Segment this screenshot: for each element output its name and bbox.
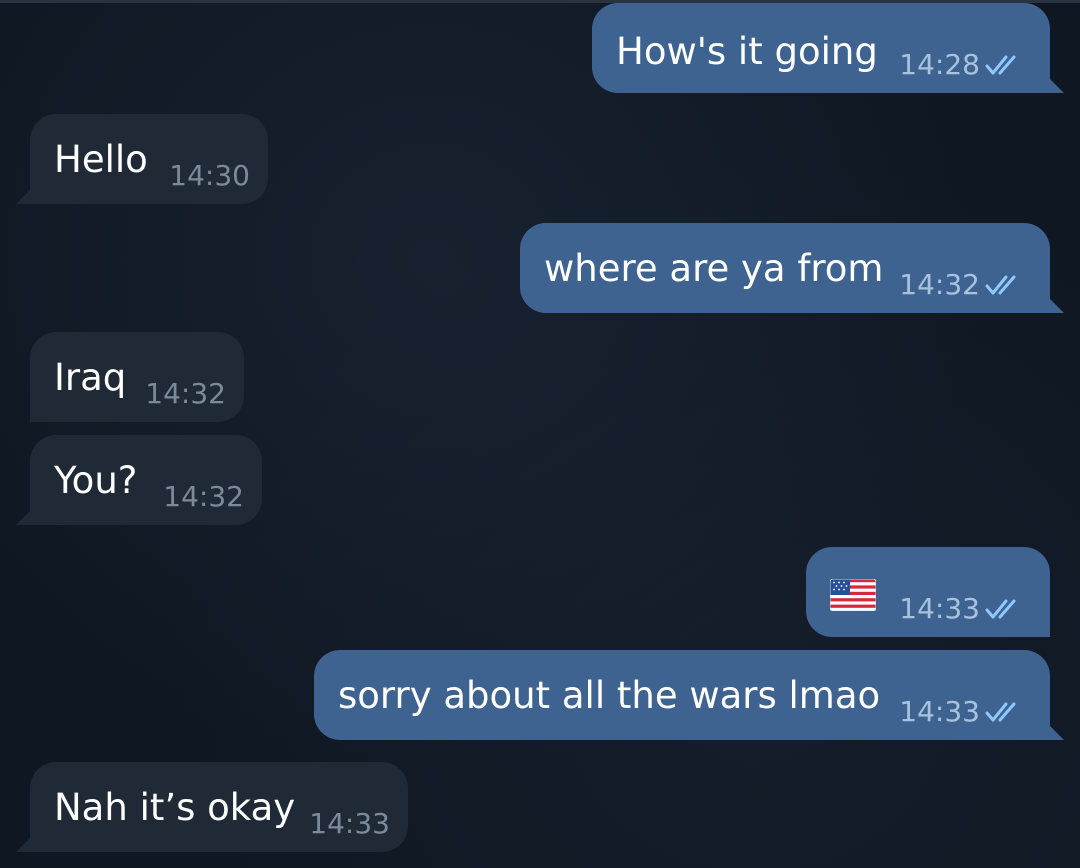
message-bubble-outgoing[interactable]: 14:33 [806,547,1050,637]
message-text: Nah it’s okay [54,786,296,829]
message-bubble-incoming[interactable]: Iraq 14:32 [30,332,244,422]
message-time: 14:32 [145,377,226,410]
message-text: Iraq [54,356,127,399]
bubble-tail [1048,77,1064,93]
message-text: where are ya from [544,247,884,290]
message-time: 14:30 [169,159,250,192]
bubble-tail [1048,724,1064,740]
read-double-check-icon [985,55,1016,75]
message-text: You? [54,459,138,502]
message-time: 14:33 [899,695,980,728]
message-time: 14:32 [899,268,980,301]
message-bubble-incoming[interactable]: You? 14:32 [16,435,262,525]
bubble-tail [16,509,32,525]
bubble-tail [16,188,32,204]
message-bubble-outgoing[interactable]: where are ya from 14:32 [520,223,1064,313]
message-text: Hello [54,138,148,181]
us-flag-icon [830,579,876,611]
message-bubble-incoming[interactable]: Nah it’s okay 14:33 [16,762,408,852]
message-bubble-incoming[interactable]: Hello 14:30 [16,114,268,204]
message-time: 14:28 [899,48,980,81]
message-time: 14:33 [899,592,980,625]
bubble-tail [16,836,32,852]
read-double-check-icon [985,702,1016,722]
message-text: sorry about all the wars lmao [338,674,881,717]
message-bubble-outgoing[interactable]: sorry about all the wars lmao 14:33 [314,650,1064,740]
message-text: How's it going [616,30,878,73]
message-time: 14:32 [163,480,244,513]
message-time: 14:33 [309,807,390,840]
message-bubble-outgoing[interactable]: How's it going 14:28 [592,3,1064,93]
bubble-tail [1048,297,1064,313]
read-double-check-icon [985,599,1016,619]
read-double-check-icon [985,275,1016,295]
